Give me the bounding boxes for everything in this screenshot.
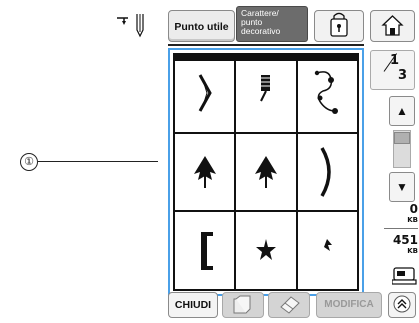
- small-leaf-stitch-icon: [324, 238, 333, 251]
- tab-utility-stitch[interactable]: Punto utile: [168, 10, 235, 42]
- home-icon: [381, 15, 404, 36]
- stitch-cell-3[interactable]: [297, 55, 357, 132]
- memory-used-unit: KB: [407, 216, 418, 224]
- home-button[interactable]: [370, 10, 415, 42]
- expand-button[interactable]: [388, 292, 416, 318]
- lock-button[interactable]: [314, 10, 364, 42]
- stitch-cell-9[interactable]: [297, 212, 357, 289]
- memory-save-button[interactable]: [222, 292, 264, 318]
- memory-free-value: 451: [392, 233, 418, 247]
- lock-icon: [330, 12, 348, 37]
- stitch-grid: [173, 53, 359, 291]
- pocket-memory-icon: [233, 295, 251, 314]
- memory-free: 451 KB: [380, 233, 418, 256]
- tab-character-decorative[interactable]: Carattere/ punto decorativo: [236, 6, 308, 42]
- stitch-cell-6[interactable]: [297, 133, 357, 211]
- scroll-vine-stitch-icon: [315, 71, 339, 115]
- close-button[interactable]: CHIUDI: [168, 292, 218, 318]
- memory-free-unit: KB: [407, 247, 418, 255]
- delete-button[interactable]: [268, 292, 310, 318]
- callout-leader-line: [38, 161, 158, 162]
- bracket-right-stitch-icon: [198, 74, 212, 113]
- stitch-cell-5[interactable]: [236, 133, 296, 211]
- page-indicator: 1 3: [370, 50, 415, 90]
- scroll-down-button[interactable]: ▼: [389, 172, 415, 202]
- leaf-stitch-icon: [193, 155, 216, 188]
- bracket-left-stitch-icon: [200, 231, 213, 270]
- memory-divider: [384, 228, 418, 229]
- double-chevron-up-icon: [393, 295, 411, 313]
- triangle-up-icon: ▲: [396, 104, 408, 118]
- grid-top-strip: [173, 53, 359, 61]
- zigzag-bar-stitch-icon: [259, 75, 271, 102]
- memory-used-value: 0: [409, 202, 418, 216]
- arc-stitch-icon: [320, 147, 332, 197]
- stitch-cell-4[interactable]: [175, 133, 235, 211]
- needle-position-icon[interactable]: [116, 12, 150, 40]
- triangle-down-icon: ▼: [396, 180, 408, 194]
- page-total: 3: [398, 68, 408, 83]
- stitch-cell-2[interactable]: [236, 55, 296, 132]
- leaf-stitch-icon: [254, 155, 277, 188]
- scrollbar-thumb[interactable]: [394, 132, 410, 144]
- callout-marker: ①: [20, 153, 38, 171]
- stitch-cell-1[interactable]: [175, 55, 235, 132]
- stitch-cell-8[interactable]: [236, 212, 296, 289]
- star-stitch-icon: [255, 238, 276, 260]
- scroll-up-button[interactable]: ▲: [389, 96, 415, 126]
- stitch-selection-panel: [168, 48, 364, 296]
- header-divider: [168, 44, 364, 46]
- sewing-machine-icon: [392, 267, 417, 285]
- stitch-cell-7[interactable]: [175, 212, 235, 289]
- eraser-icon: [280, 296, 300, 314]
- edit-button[interactable]: MODIFICA: [316, 292, 382, 318]
- tab-character-line-3: decorativo: [241, 26, 281, 36]
- memory-used: 0 KB: [380, 202, 418, 225]
